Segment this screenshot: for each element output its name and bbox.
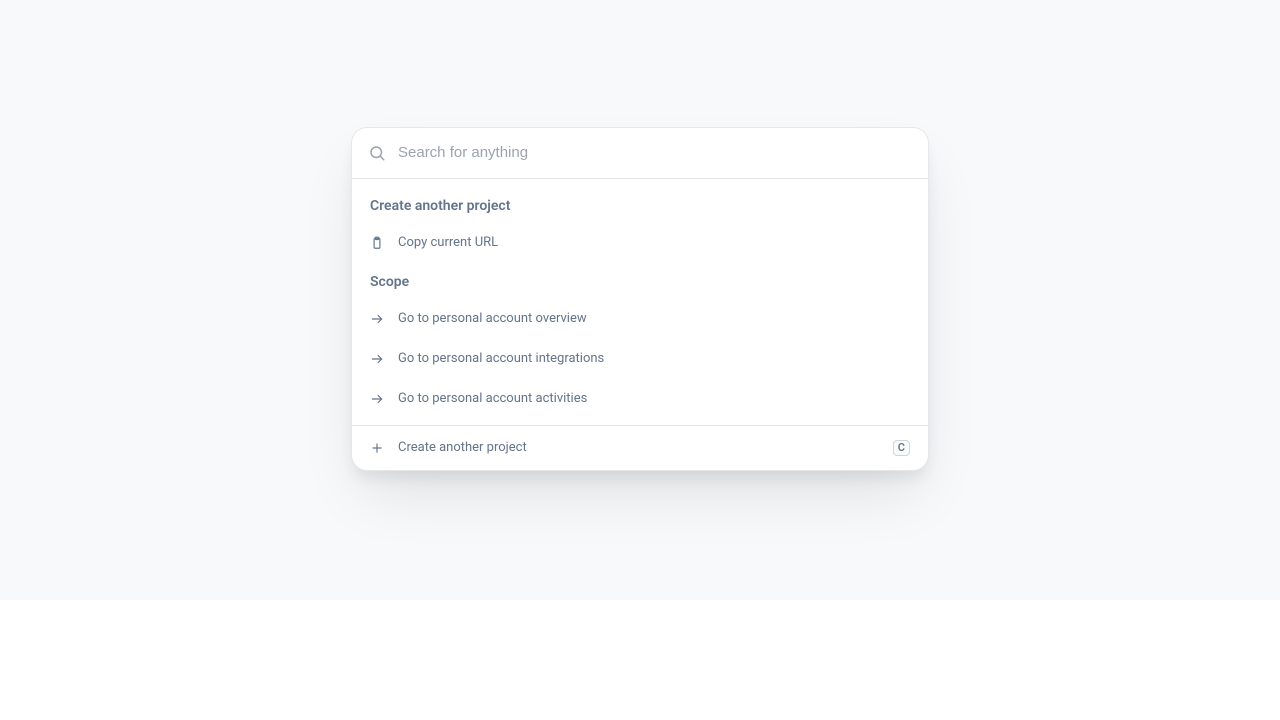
action-go-account-overview[interactable]: Go to personal account overview bbox=[352, 299, 928, 339]
section-title-scope: Scope bbox=[352, 263, 928, 299]
action-go-account-activities[interactable]: Go to personal account activities bbox=[352, 379, 928, 419]
action-label: Copy current URL bbox=[398, 235, 910, 251]
action-copy-url[interactable]: Copy current URL bbox=[352, 223, 928, 263]
arrow-right-icon bbox=[370, 392, 384, 406]
palette-body: Create another project Copy current URL … bbox=[352, 179, 928, 425]
arrow-right-icon bbox=[370, 352, 384, 366]
action-label: Go to personal account overview bbox=[398, 311, 910, 327]
search-row bbox=[352, 128, 928, 179]
shortcut-key: C bbox=[893, 440, 910, 456]
search-icon bbox=[368, 144, 386, 162]
clipboard-icon bbox=[370, 236, 384, 250]
arrow-right-icon bbox=[370, 312, 384, 326]
footer-action-create-project[interactable]: Create another project C bbox=[352, 426, 928, 470]
search-input[interactable] bbox=[396, 142, 912, 164]
command-palette: Create another project Copy current URL … bbox=[351, 127, 929, 471]
action-label: Go to personal account integrations bbox=[398, 351, 910, 367]
action-go-account-integrations[interactable]: Go to personal account integrations bbox=[352, 339, 928, 379]
palette-footer: Create another project C bbox=[352, 425, 928, 470]
footer-action-label: Create another project bbox=[398, 440, 527, 456]
app-surface: Create another project Copy current URL … bbox=[0, 0, 1280, 600]
plus-icon bbox=[370, 441, 384, 455]
action-label: Go to personal account activities bbox=[398, 391, 910, 407]
section-title-create: Create another project bbox=[352, 187, 928, 223]
